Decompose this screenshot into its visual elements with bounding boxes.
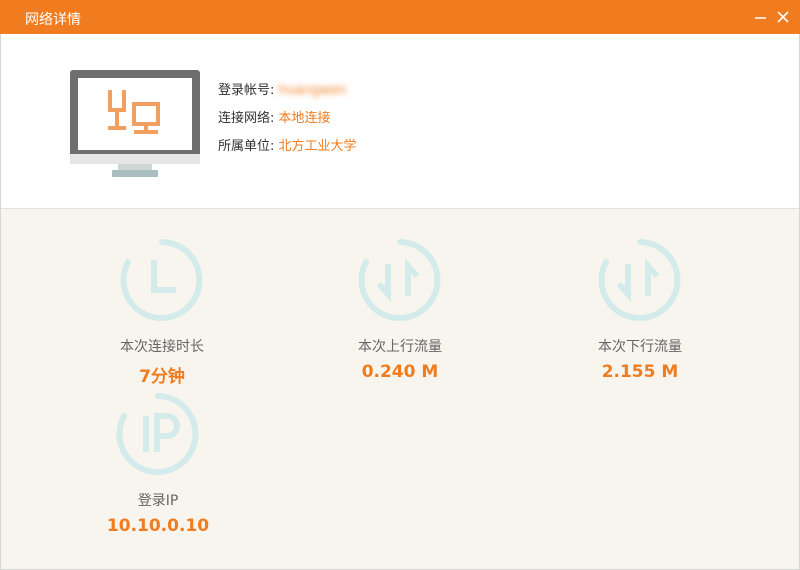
account-label: 登录帐号: — [218, 83, 275, 98]
download-stat: 本次下行流量 2.155 M — [540, 238, 740, 382]
upload-value: 0.240 M — [361, 362, 439, 382]
close-icon — [777, 11, 789, 23]
upload-stat: 本次上行流量 0.240 M — [300, 238, 500, 382]
download-label: 本次下行流量 — [598, 339, 682, 355]
title-bar: 网络详情 — [0, 0, 800, 34]
window-title: 网络详情 — [25, 12, 81, 28]
network-row: 连接网络: 本地连接 — [218, 111, 331, 127]
duration-value: 7分钟 — [139, 367, 185, 387]
account-row: 登录帐号: huangwen — [218, 83, 346, 99]
ip-label: 登录IP — [137, 493, 179, 509]
clock-icon — [120, 239, 203, 321]
unit-label: 所属单位: — [218, 139, 275, 154]
unit-row: 所属单位: 北方工业大学 — [218, 139, 357, 155]
duration-label: 本次连接时长 — [120, 339, 204, 355]
upload-label: 本次上行流量 — [358, 339, 442, 355]
ip-stat: 登录IP 10.10.0.10 — [58, 392, 258, 536]
close-button[interactable] — [772, 6, 794, 28]
monitor-icon — [70, 70, 200, 177]
minimize-icon — [755, 17, 766, 19]
account-value: huangwen — [278, 83, 347, 98]
unit-value: 北方工业大学 — [278, 139, 357, 154]
ip-icon — [116, 393, 199, 475]
network-label: 连接网络: — [218, 111, 275, 126]
duration-stat: 本次连接时长 7分钟 — [62, 238, 262, 387]
minimize-button[interactable] — [750, 6, 772, 28]
upload-arrows-icon — [358, 239, 441, 321]
network-value: 本地连接 — [278, 111, 331, 126]
ip-value: 10.10.0.10 — [106, 516, 210, 536]
download-arrows-icon — [598, 239, 681, 321]
download-value: 2.155 M — [601, 362, 679, 382]
